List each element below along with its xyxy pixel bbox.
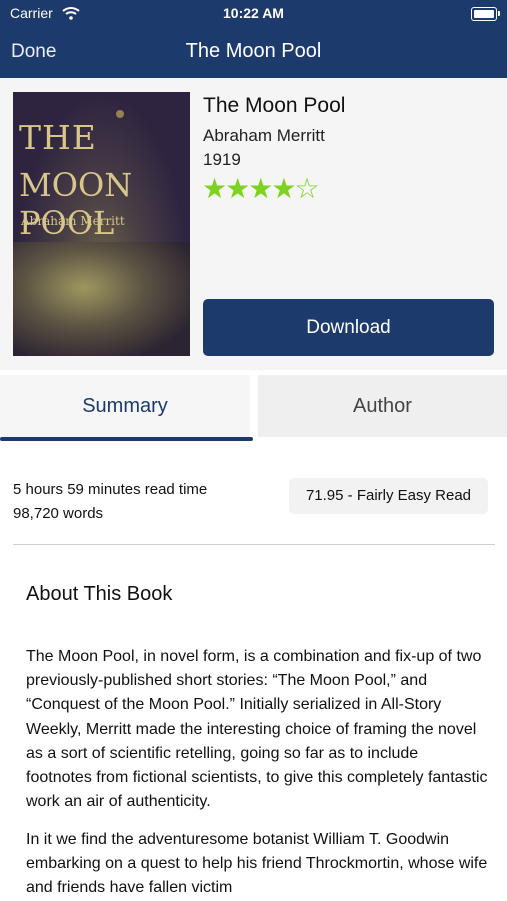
tab-summary[interactable]: Summary [0,375,250,437]
summary-paragraph: In it we find the adventuresome botanist… [26,831,488,897]
book-author: Abraham Merritt [203,126,325,145]
cover-title-line-1: THE [19,118,97,157]
reading-ease-badge: 71.95 - Fairly Easy Read [289,478,488,514]
cover-author: Abraham Merritt [21,214,125,228]
status-time: 10:22 AM [223,5,284,21]
summary-paragraph: The Moon Pool, in novel form, is a combi… [26,648,488,811]
star-rating: ★★★★☆ [202,173,320,204]
book-cover: THE MOON POOL Abraham Merritt [13,92,190,356]
word-count: 98,720 words [13,505,104,522]
star-empty-icon: ☆ [294,173,319,204]
read-time: 5 hours 59 minutes read time [13,481,208,498]
nav-title: The Moon Pool [185,40,322,62]
book-title: The Moon Pool [203,94,346,117]
active-tab-indicator [0,437,253,441]
download-button[interactable]: Download [203,299,494,356]
tab-author[interactable]: Author [258,375,507,437]
navigation-bar: Done The Moon Pool [0,38,507,68]
cover-illustration [13,242,190,356]
book-stats: 5 hours 59 minutes read time 98,720 word… [13,478,207,526]
book-year: 1919 [203,150,241,169]
header: Carrier 10:22 AM Done The Moon Pool [0,0,507,78]
book-panel: THE MOON POOL Abraham Merritt The Moon P… [0,78,507,370]
star-filled-icon: ★ [271,173,296,204]
battery-icon [471,7,500,21]
star-filled-icon: ★ [225,173,250,204]
tab-bar: Summary Author [0,375,507,441]
cover-title-line-2: MOON POOL [19,166,133,242]
moon-decoration [116,110,124,118]
star-filled-icon: ★ [202,173,227,204]
star-filled-icon: ★ [248,173,273,204]
status-bar: Carrier 10:22 AM [0,5,507,25]
about-heading: About This Book [26,583,173,605]
divider [13,544,495,545]
